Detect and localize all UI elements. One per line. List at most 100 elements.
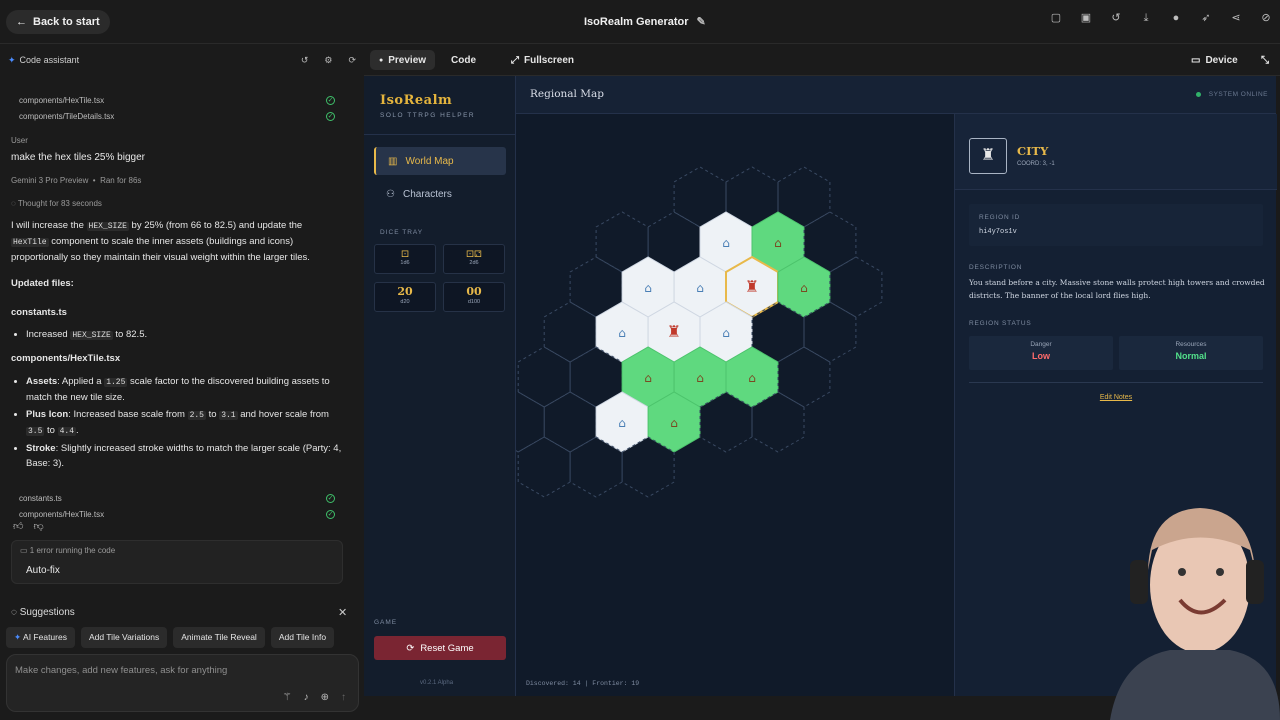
divider: [969, 382, 1263, 383]
history-icon[interactable]: ↺: [301, 55, 309, 66]
device-button[interactable]: ▭ Device: [1182, 50, 1247, 70]
app-sidebar: IsoRealm SOLO TTRPG HELPER ▥ World Map ⚇ C…: [364, 76, 516, 696]
check-icon: ✓: [326, 111, 335, 121]
tab-code[interactable]: Code: [442, 50, 485, 70]
top-toolbar: ▢ ▣ ↺ ⤓ ● ➶ ⋖ ⊘: [1050, 12, 1272, 24]
fog-hex-tile[interactable]: [517, 346, 571, 408]
bulb-icon: ◌: [11, 199, 16, 208]
check-icon: ✓: [326, 493, 335, 503]
game-title: GAME: [374, 619, 398, 626]
chip-ai-features[interactable]: ✦ AI Features: [6, 627, 75, 648]
feedback: 👍︎ 👎︎: [13, 520, 44, 532]
auto-fix-button[interactable]: Auto-fix: [26, 565, 60, 576]
constants-bullets: Increased HEX_SIZE to 82.5.: [26, 327, 346, 345]
thumbs-up-icon[interactable]: 👍︎: [13, 520, 23, 532]
file-list-after: constants.ts ✓ components/HexTile.tsx ✓: [10, 486, 344, 526]
house-icon: ⌂: [722, 236, 730, 250]
file-row[interactable]: components/HexTile.tsx ✓: [19, 92, 335, 108]
error-text: ▭ 1 error running the code: [20, 546, 116, 555]
list-item: Increased HEX_SIZE to 82.5.: [26, 327, 346, 343]
status-dot: [1195, 92, 1201, 97]
version-label: v0.2.1 Alpha: [420, 680, 454, 686]
chip-animate-tile-reveal[interactable]: Animate Tile Reveal: [173, 627, 265, 648]
send-icon[interactable]: ↑: [341, 692, 346, 703]
dice-icon: ⚀⚁: [466, 249, 482, 259]
rocket-icon[interactable]: ➶: [1200, 12, 1212, 24]
region-id: hi4y7os1v: [979, 228, 1017, 236]
fog-hex-tile[interactable]: [517, 436, 571, 498]
add-icon[interactable]: ⊕: [321, 692, 329, 703]
close-icon[interactable]: ✕: [338, 606, 347, 619]
house-icon: ⌂: [670, 416, 678, 430]
edit-pencil-icon[interactable]: ✎: [697, 15, 706, 28]
app-subtitle: SOLO TTRPG HELPER: [380, 112, 476, 119]
hex-map[interactable]: ⌂ ⌂ ⌂ ⌂ ♜ ⌂ ⌂ ♜ ⌂ ⌂ ⌂ ⌂ ⌂ ⌂: [516, 114, 954, 674]
list-item: Plus Icon: Increased base scale from 2.5…: [26, 407, 346, 439]
die-1d6[interactable]: ⚀ 1d6: [374, 244, 436, 274]
description-label: DESCRIPTION: [969, 264, 1023, 271]
share-icon[interactable]: ⋖: [1230, 12, 1242, 24]
gear-icon[interactable]: ⚙: [324, 55, 332, 66]
file-row[interactable]: components/TileDetails.tsx ✓: [19, 108, 335, 124]
tile-name: CITY: [1017, 144, 1049, 158]
castle-icon: ♜: [667, 322, 681, 341]
list-item: Assets: Applied a 1.25 scale factor to t…: [26, 374, 346, 405]
refresh-icon: ⟳: [406, 642, 415, 654]
file-row[interactable]: constants.ts ✓: [19, 490, 335, 506]
bulb-icon: ◌: [11, 607, 17, 618]
app-logo: IsoRealm: [380, 93, 453, 108]
fog-hex-tile[interactable]: [777, 346, 831, 408]
thought-info[interactable]: ◌ Thought for 83 seconds: [11, 199, 102, 208]
house-icon: ⌂: [748, 371, 756, 385]
check-icon: ✓: [326, 95, 335, 105]
chip-add-tile-variations[interactable]: Add Tile Variations: [80, 627, 168, 648]
chip-add-tile-info[interactable]: Add Tile Info: [270, 627, 335, 648]
file-row[interactable]: components/HexTile.tsx ✓: [19, 506, 335, 522]
tab-preview[interactable]: ● Preview: [370, 50, 436, 70]
play-icon[interactable]: ▢: [1050, 12, 1062, 24]
arrow-left-icon: ←: [16, 16, 27, 28]
history-icon[interactable]: ↺: [1110, 12, 1122, 24]
thumbs-down-icon[interactable]: 👎︎: [33, 520, 43, 532]
user-label: User: [11, 136, 28, 145]
hextile-bullets: Assets: Applied a 1.25 scale factor to t…: [26, 374, 346, 473]
tab-fullscreen[interactable]: ⤢ Fullscreen: [502, 50, 583, 70]
fog-hex-tile[interactable]: [516, 391, 545, 453]
back-to-start-button[interactable]: ← Back to start: [6, 10, 110, 34]
die-2d6[interactable]: ⚀⚁ 2d6: [443, 244, 505, 274]
map-icon: ▥: [388, 155, 398, 167]
fog-hex-tile[interactable]: [543, 301, 597, 363]
refresh-icon[interactable]: ⟳: [348, 55, 356, 66]
check-icon: ✓: [326, 509, 335, 519]
download-icon[interactable]: ⤓: [1140, 12, 1152, 24]
save-icon[interactable]: ▣: [1080, 12, 1092, 24]
reset-game-button[interactable]: ⟳ Reset Game: [374, 636, 506, 660]
microphone-icon[interactable]: ♪: [304, 692, 309, 703]
die-d100[interactable]: 00 d100: [443, 282, 505, 312]
user-message: make the hex tiles 25% bigger: [11, 152, 145, 163]
die-d20[interactable]: 20 d20: [374, 282, 436, 312]
resources-stat: Resources Normal: [1119, 336, 1263, 370]
region-id-box: REGION ID hi4y7os1v: [969, 204, 1263, 246]
nav-characters[interactable]: ⚇ Characters: [374, 180, 506, 208]
magic-wand-icon[interactable]: ⚚: [283, 692, 292, 703]
monitor-icon: ▭: [1191, 54, 1201, 66]
sparkle-icon: ✦: [8, 54, 16, 65]
danger-stat: Danger Low: [969, 336, 1113, 370]
app-title: IsoRealm Generator ✎: [584, 15, 706, 29]
fog-hex-tile[interactable]: [829, 256, 883, 318]
open-external-icon[interactable]: ⤡: [1252, 50, 1278, 70]
github-icon[interactable]: ●: [1170, 12, 1182, 24]
fog-hex-tile[interactable]: [543, 391, 597, 453]
prompt-input[interactable]: Make changes, add new features, ask for …: [15, 665, 227, 676]
divider: [364, 134, 516, 135]
hide-icon[interactable]: ⊘: [1260, 12, 1272, 24]
error-box: ▭ 1 error running the code Auto-fix: [11, 540, 343, 584]
prompt-box[interactable]: Make changes, add new features, ask for …: [6, 654, 359, 712]
nav-world-map[interactable]: ▥ World Map: [374, 147, 506, 175]
edit-notes-link[interactable]: Edit Notes: [955, 394, 1277, 401]
map-status: Discovered: 14 | Frontier: 19: [526, 680, 640, 687]
webcam-overlay: [1110, 508, 1280, 720]
list-item: Stroke: Slightly increased stroke widths…: [26, 441, 346, 471]
file-list: components/HexTile.tsx ✓ components/TileD…: [10, 88, 344, 128]
